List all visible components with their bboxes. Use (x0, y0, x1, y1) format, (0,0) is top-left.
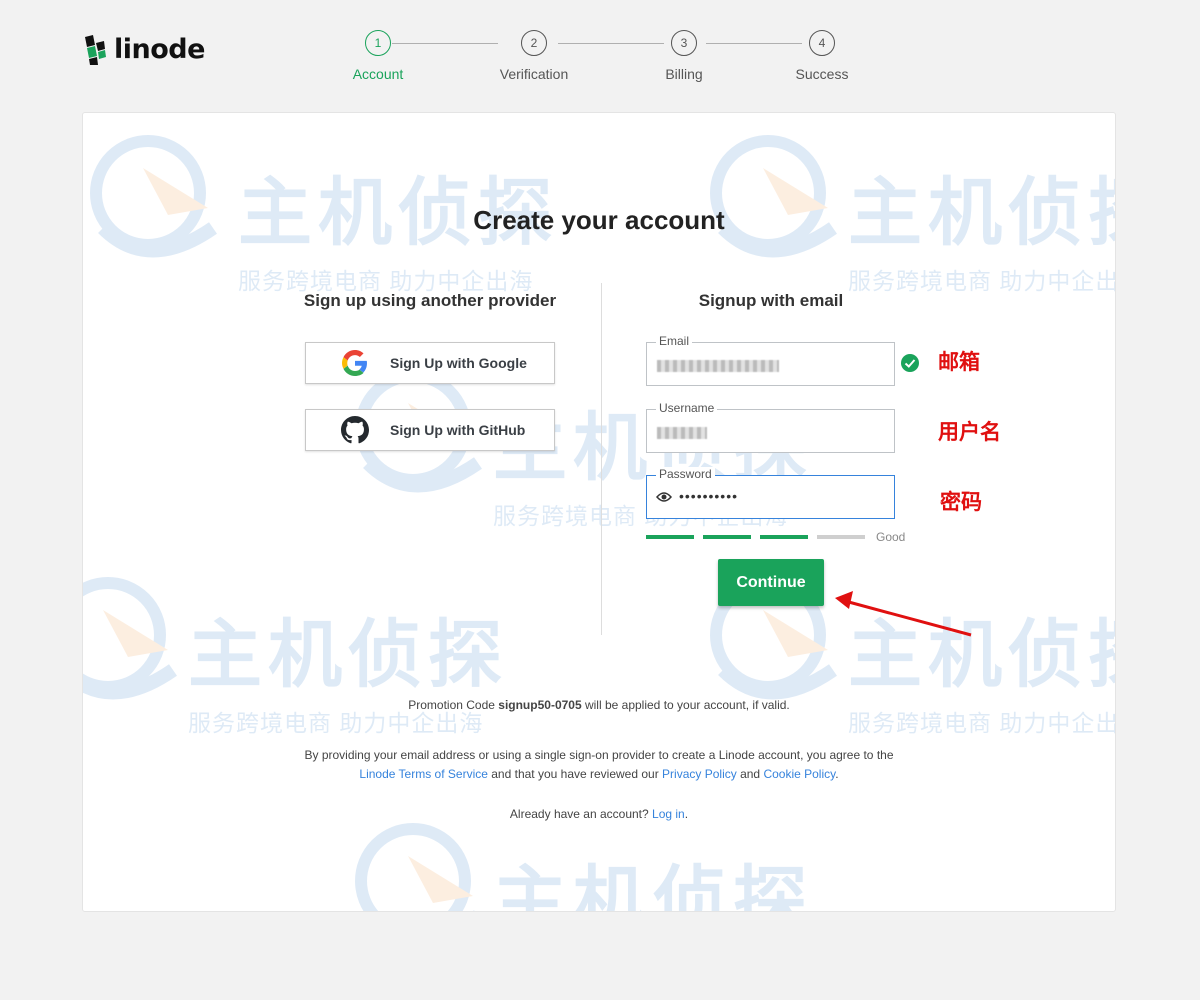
cookie-policy-link[interactable]: Cookie Policy (763, 767, 835, 781)
github-icon (341, 416, 369, 444)
linode-logo[interactable]: linode (82, 34, 205, 65)
password-strength-meter: Good (646, 530, 905, 544)
globe-icon (355, 823, 475, 911)
provider-heading: Sign up using another provider (303, 291, 557, 310)
privacy-policy-link[interactable]: Privacy Policy (662, 767, 737, 781)
login-link[interactable]: Log in (652, 807, 685, 821)
terms-and: and (736, 767, 764, 781)
github-signup-button[interactable]: Sign Up with GitHub (305, 409, 555, 451)
signup-stepper: 1 Account 2 Verification 3 Billing 4 Suc… (300, 30, 900, 100)
watermark-main: 主机侦探 (493, 858, 813, 912)
email-field[interactable]: Email (646, 334, 895, 386)
promotion-notice: Promotion Code signup50-0705 will be app… (83, 698, 1115, 712)
password-value: •••••••••• (679, 488, 739, 504)
annotation-email: 邮箱 (938, 350, 980, 374)
login-prefix: Already have an account? (509, 807, 653, 821)
promo-code: signup50-0705 (498, 698, 582, 712)
terms-middle: and that you have reviewed our (487, 767, 663, 781)
login-end: . (684, 807, 689, 821)
red-arrow-annotation-icon (835, 591, 972, 637)
strength-bar (817, 535, 865, 539)
step-billing: 3 Billing (624, 30, 744, 82)
google-signup-button[interactable]: Sign Up with Google (305, 342, 555, 384)
google-icon (342, 350, 367, 376)
globe-icon (83, 577, 177, 700)
step-number: 1 (365, 30, 391, 56)
terms-line2: Linode Terms of Service and that you hav… (83, 765, 1115, 784)
strength-bar (703, 535, 751, 539)
promo-prefix: Promotion Code (408, 698, 499, 712)
email-heading: Signup with email (698, 291, 844, 310)
username-field[interactable]: Username (646, 401, 895, 453)
username-value-redacted (657, 424, 707, 440)
step-label: Verification (499, 66, 569, 82)
eye-icon[interactable] (656, 491, 672, 503)
email-value-redacted (657, 357, 779, 373)
step-verification: 2 Verification (474, 30, 594, 82)
terms-notice: By providing your email address or using… (83, 746, 1115, 784)
globe-icon (710, 135, 837, 258)
step-number: 4 (809, 30, 835, 56)
username-label: Username (656, 401, 718, 415)
strength-label: Good (876, 530, 906, 544)
watermark-main: 主机侦探 (188, 612, 508, 698)
google-signup-label: Sign Up with Google (390, 355, 527, 371)
annotation-username: 用户名 (938, 420, 1001, 444)
login-prompt: Already have an account? Log in. (83, 807, 1115, 821)
terms-of-service-link[interactable]: Linode Terms of Service (359, 767, 488, 781)
step-success: 4 Success (762, 30, 882, 82)
strength-bar (646, 535, 694, 539)
page-title: Create your account (473, 205, 725, 235)
signup-card: 主机侦探 服务跨境电商 助力中企出海 主机侦探 服务跨境电商 助力中企出海 主机… (82, 112, 1116, 912)
strength-bar (760, 535, 808, 539)
continue-button[interactable]: Continue (718, 559, 824, 606)
terms-end: . (835, 767, 839, 781)
annotation-password: 密码 (940, 490, 982, 514)
step-number: 2 (521, 30, 547, 56)
column-divider (601, 283, 602, 635)
step-account: 1 Account (318, 30, 438, 82)
terms-line1: By providing your email address or using… (304, 748, 894, 762)
brand-name: linode (114, 34, 205, 65)
password-label: Password (656, 467, 715, 481)
step-label: Success (795, 66, 849, 82)
check-circle-icon (901, 354, 919, 372)
step-label: Billing (665, 66, 703, 82)
globe-icon (90, 135, 217, 258)
promo-suffix: will be applied to your account, if vali… (581, 698, 790, 712)
step-label: Account (352, 66, 404, 82)
github-signup-label: Sign Up with GitHub (390, 422, 526, 438)
email-label: Email (656, 334, 693, 348)
step-number: 3 (671, 30, 697, 56)
password-field[interactable]: Password •••••••••• (646, 467, 895, 519)
linode-logo-icon (85, 34, 106, 65)
